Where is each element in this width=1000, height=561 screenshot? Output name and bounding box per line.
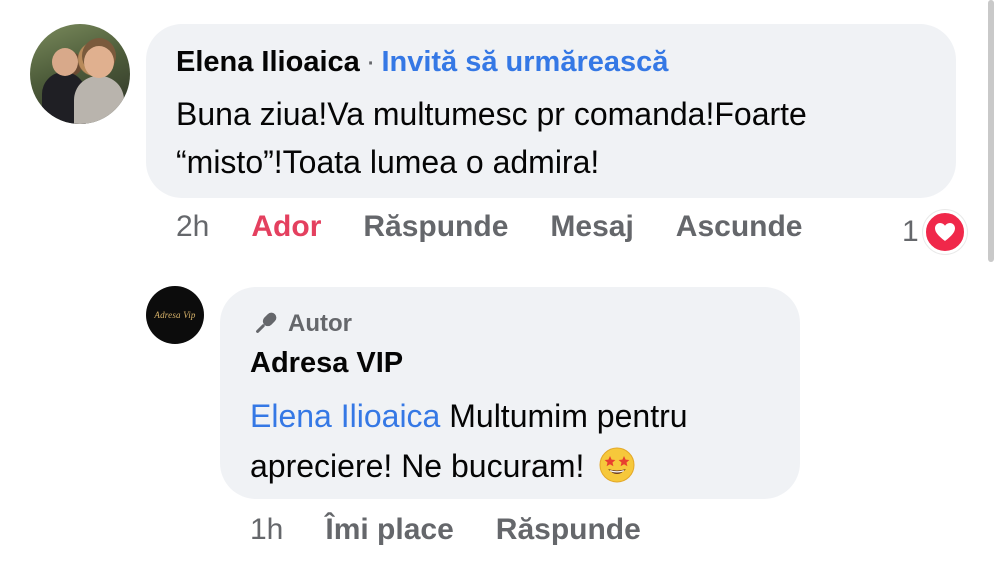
like-button[interactable]: Îmi place: [325, 513, 453, 547]
reply-bubble: Autor Adresa VIP Elena Ilioaica Multumim…: [220, 287, 800, 499]
comment-bubble: Elena Ilioaica · Invită să urmărească Buna…: [146, 24, 956, 198]
reply-author-name[interactable]: Adresa VIP: [250, 347, 403, 380]
scrollbar[interactable]: [988, 0, 994, 262]
reply-timestamp[interactable]: 1h: [250, 513, 283, 547]
avatar-adresa-vip[interactable]: Adresa Vip: [146, 286, 204, 344]
reply-button[interactable]: Răspunde: [363, 210, 508, 244]
reply-to-reply-button[interactable]: Răspunde: [496, 513, 641, 547]
invite-to-follow-link[interactable]: Invită să urmărească: [381, 46, 668, 78]
star-struck-emoji: [599, 447, 635, 483]
react-button[interactable]: Ador: [251, 210, 321, 244]
heart-icon: [922, 210, 967, 254]
avatar-elena[interactable]: [30, 24, 130, 124]
author-badge: Autor: [250, 309, 352, 339]
comment-actions: 2h Ador Răspunde Mesaj Ascunde: [176, 210, 845, 244]
hide-button[interactable]: Ascunde: [676, 210, 803, 244]
avatar-logo-text: Adresa Vip: [154, 310, 196, 320]
microphone-icon: [256, 312, 277, 333]
comment-header: Elena Ilioaica · Invită să urmărească: [176, 46, 668, 79]
comment-author-name[interactable]: Elena Ilioaica: [176, 46, 360, 78]
comment-thread: Elena Ilioaica · Invită să urmărească Buna…: [0, 0, 1000, 561]
message-button[interactable]: Mesaj: [550, 210, 633, 244]
author-badge-label: Autor: [288, 310, 352, 337]
reaction-count: 1: [902, 215, 919, 248]
reply-text: Elena Ilioaica Multumim pentru apreciere…: [250, 391, 780, 491]
reply-actions: 1h Îmi place Răspunde: [250, 513, 683, 547]
reaction-summary[interactable]: 1: [902, 210, 967, 254]
comment-timestamp[interactable]: 2h: [176, 210, 209, 244]
comment-text: Buna ziua!Va multumesc pr comanda!Foarte…: [176, 96, 807, 180]
mention-link[interactable]: Elena Ilioaica: [250, 398, 440, 434]
separator-dot: ·: [365, 46, 376, 78]
